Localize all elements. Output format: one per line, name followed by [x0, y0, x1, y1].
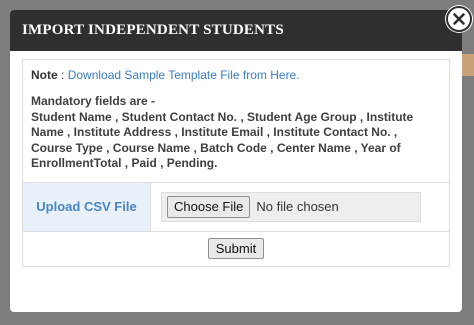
- mandatory-line: Course Type , Course Name , Batch Code ,…: [31, 140, 401, 155]
- submit-row: Submit: [22, 231, 450, 267]
- mandatory-heading: Mandatory fields are -: [31, 94, 156, 108]
- upload-field-cell: Choose File No file chosen: [151, 183, 449, 231]
- background-page-fragment: [462, 54, 474, 76]
- import-students-dialog: IMPORT INDEPENDENT STUDENTS Note : Downl…: [10, 10, 462, 312]
- mandatory-line: Name , Institute Address , Institute Ema…: [31, 125, 398, 139]
- upload-row: Upload CSV File Choose File No file chos…: [22, 181, 450, 232]
- dialog-header: IMPORT INDEPENDENT STUDENTS: [10, 10, 462, 51]
- upload-csv-label: Upload CSV File: [23, 182, 151, 231]
- instructions-block: Note : Download Sample Template File fro…: [22, 59, 450, 182]
- dialog-body: Note : Download Sample Template File fro…: [10, 51, 462, 267]
- close-button[interactable]: [446, 6, 472, 32]
- choose-file-button[interactable]: Choose File: [167, 195, 251, 218]
- mandatory-line: Student Name , Student Contact No. , Stu…: [31, 109, 414, 124]
- mandatory-fields-text: Mandatory fields are - Student Name , St…: [31, 94, 441, 172]
- close-icon: [453, 13, 465, 25]
- csv-file-input[interactable]: Choose File No file chosen: [161, 191, 421, 222]
- note-label: Note: [31, 68, 58, 82]
- submit-button[interactable]: Submit: [207, 238, 265, 259]
- note-line: Note : Download Sample Template File fro…: [31, 68, 441, 82]
- file-status-text: No file chosen: [256, 199, 339, 214]
- note-separator: :: [57, 68, 68, 82]
- dialog-title: IMPORT INDEPENDENT STUDENTS: [22, 22, 284, 38]
- mandatory-line: EnrollmentTotal , Paid , Pending.: [31, 156, 218, 170]
- download-template-link[interactable]: Download Sample Template File from Here.: [68, 68, 300, 82]
